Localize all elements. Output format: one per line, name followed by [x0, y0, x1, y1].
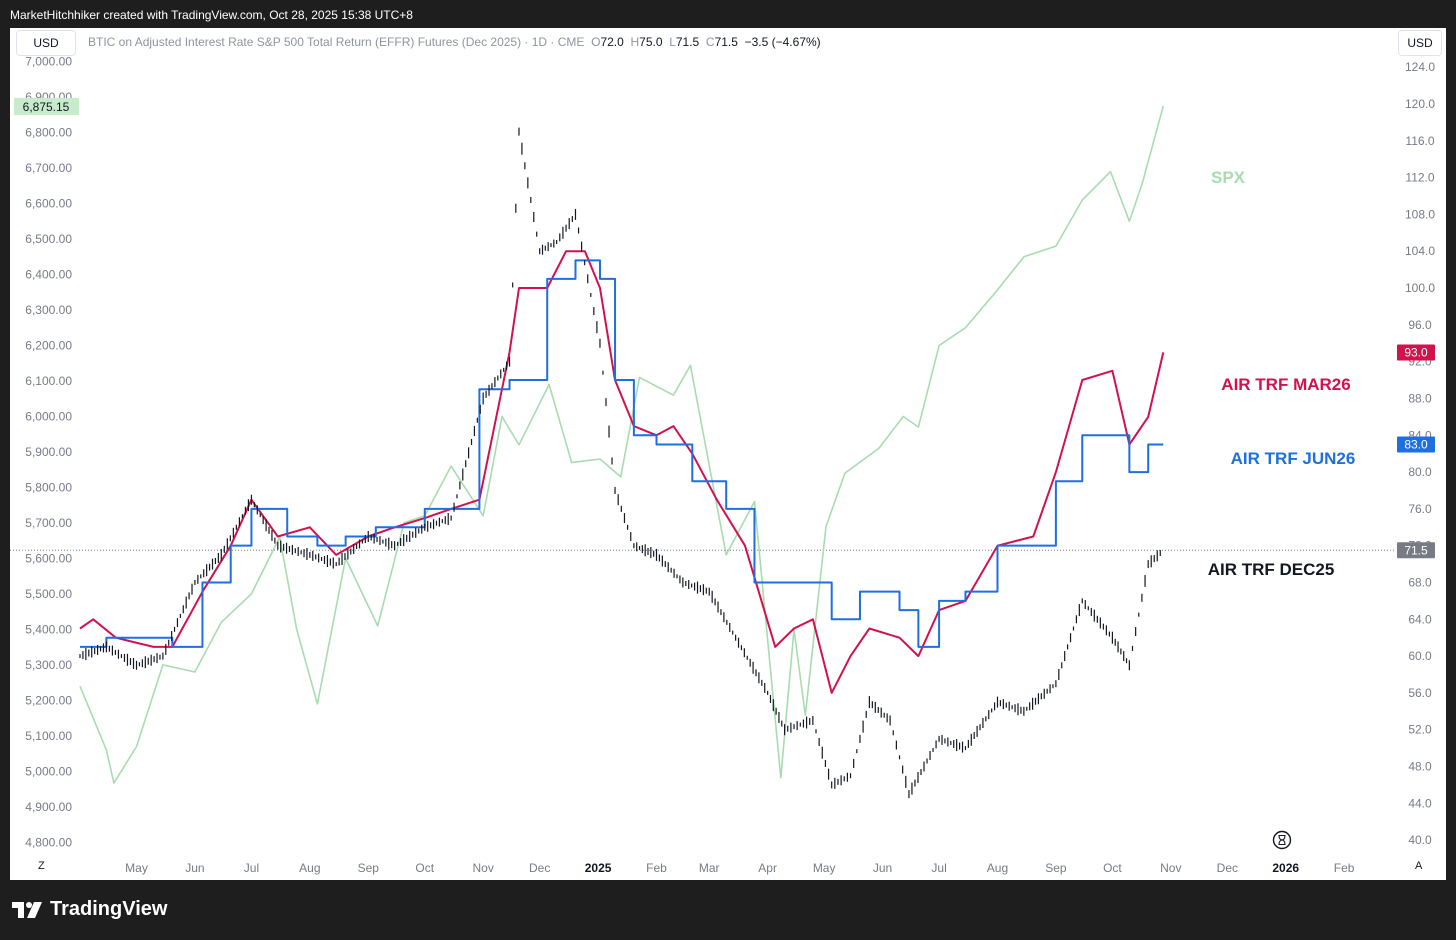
price-tag: 83.0: [1404, 437, 1428, 451]
x-axis-tick: Jul: [931, 861, 946, 875]
low-value: 71.5: [675, 35, 700, 49]
left-axis-tick: 6,700.00: [25, 161, 72, 175]
series-annotation: AIR TRF JUN26: [1231, 449, 1356, 468]
close-value: 71.5: [714, 35, 738, 49]
top-bar: MarketHitchhiker created with TradingVie…: [0, 0, 1456, 30]
right-axis-tick: 80.0: [1408, 465, 1432, 479]
left-axis-tick: 5,700.00: [25, 516, 72, 530]
clock-icon[interactable]: [1272, 830, 1292, 850]
x-axis-tick: Oct: [415, 861, 434, 875]
high-value: 75.0: [639, 35, 663, 49]
x-axis-tick: Nov: [472, 861, 493, 875]
change-value: −3.5 (−4.67%): [744, 35, 821, 49]
air-trf-jun26-line: [80, 259, 1164, 648]
right-axis-tick: 68.0: [1408, 575, 1432, 589]
left-axis-tick: 5,300.00: [25, 658, 72, 672]
right-axis-tick: 44.0: [1408, 796, 1432, 810]
x-axis-tick: May: [813, 861, 836, 875]
x-axis-tick: Apr: [758, 861, 777, 875]
high-label: H: [630, 35, 640, 49]
right-axis-tick: 100.0: [1405, 281, 1435, 295]
right-currency-button[interactable]: USD: [1398, 30, 1442, 56]
footer-bar: TradingView: [0, 880, 1456, 940]
x-axis-tick: Dec: [1217, 861, 1238, 875]
right-axis-tick: 104.0: [1405, 244, 1435, 258]
right-axis-tick: 120.0: [1405, 97, 1435, 111]
left-axis-tick: 6,600.00: [25, 197, 72, 211]
left-axis-tick: 4,900.00: [25, 800, 72, 814]
x-axis-tick: Sep: [358, 861, 380, 875]
right-axis-tick: 76.0: [1408, 502, 1432, 516]
x-axis-tick: Aug: [299, 861, 320, 875]
series-annotation: SPX: [1211, 168, 1246, 187]
left-axis-tick: 6,100.00: [25, 374, 72, 388]
left-axis-tick: 4,800.00: [25, 835, 72, 849]
x-axis-tick: Mar: [699, 861, 720, 875]
left-axis-tick: 5,000.00: [25, 764, 72, 778]
right-axis-tick: 48.0: [1408, 760, 1432, 774]
left-axis-tick: 5,100.00: [25, 729, 72, 743]
tradingview-logo[interactable]: TradingView: [12, 898, 167, 921]
price-tag: 93.0: [1404, 345, 1428, 359]
left-axis-tick: 6,800.00: [25, 126, 72, 140]
zoom-button[interactable]: Z: [38, 860, 45, 872]
spx-line: [79, 105, 1165, 784]
left-axis-tick: 6,500.00: [25, 232, 72, 246]
chart-frame[interactable]: 7,000.00 6,900.00 6,800.00 6,700.00 6,600.00…: [10, 28, 1446, 880]
price-tag: 71.5: [1404, 543, 1428, 557]
left-axis-tick: 6,300.00: [25, 303, 72, 317]
right-axis-tick: 52.0: [1408, 723, 1432, 737]
instrument-name: BTIC on Adjusted Interest Rate S&P 500 T…: [88, 35, 585, 49]
x-axis-tick: Feb: [646, 861, 667, 875]
low-label: L: [669, 35, 676, 49]
right-axis-tick: 112.0: [1405, 171, 1434, 185]
left-axis-tick: 6,400.00: [25, 267, 72, 281]
x-axis-tick: Oct: [1103, 861, 1122, 875]
right-axis-tick: 88.0: [1408, 391, 1432, 405]
left-axis-tick: 6,200.00: [25, 338, 72, 352]
right-axis-tick: 60.0: [1408, 649, 1432, 663]
left-axis-tick: 5,800.00: [25, 480, 72, 494]
spx-price-tag: 6,875.15: [23, 100, 70, 114]
left-axis-tick: 7,000.00: [25, 55, 72, 69]
right-axis-tick: 64.0: [1408, 612, 1432, 626]
right-axis-tick: 96.0: [1408, 318, 1432, 332]
x-axis-tick: Feb: [1334, 861, 1355, 875]
instrument-legend: BTIC on Adjusted Interest Rate S&P 500 T…: [88, 35, 821, 49]
series-annotation: AIR TRF DEC25: [1208, 560, 1335, 579]
x-axis-tick: Jun: [185, 861, 204, 875]
left-axis-tick: 5,400.00: [25, 622, 72, 636]
tradingview-logo-icon: [12, 901, 42, 918]
x-axis-tick: May: [125, 861, 148, 875]
chart-credit: MarketHitchhiker created with TradingVie…: [10, 8, 413, 22]
right-axis-tick: 56.0: [1408, 686, 1432, 700]
x-axis-tick: Nov: [1160, 861, 1181, 875]
left-axis-tick: 5,900.00: [25, 445, 72, 459]
x-axis-tick: Dec: [529, 861, 550, 875]
left-axis-tick: 5,200.00: [25, 693, 72, 707]
series-annotation: AIR TRF MAR26: [1221, 375, 1350, 394]
auto-scale-button[interactable]: A: [1415, 860, 1422, 872]
right-axis-tick: 108.0: [1405, 207, 1435, 221]
x-axis-tick: Aug: [987, 861, 1008, 875]
left-axis-tick: 5,600.00: [25, 551, 72, 565]
x-axis-tick: Sep: [1045, 861, 1067, 875]
close-label: C: [705, 35, 715, 49]
x-axis-tick: Jun: [873, 861, 892, 875]
x-axis-tick: Jul: [244, 861, 259, 875]
right-axis-tick: 40.0: [1408, 833, 1432, 847]
x-axis-tick: 2025: [585, 861, 612, 875]
right-axis-tick: 124.0: [1405, 60, 1435, 74]
right-axis-tick: 116.0: [1405, 134, 1434, 148]
open-value: 72.0: [600, 35, 624, 49]
left-axis-tick: 5,500.00: [25, 587, 72, 601]
left-axis-tick: 6,000.00: [25, 409, 72, 423]
brand-name: TradingView: [50, 898, 168, 920]
chart-svg[interactable]: 7,000.006,900.006,800.006,700.006,600.00…: [10, 28, 1446, 880]
x-axis-tick: 2026: [1272, 861, 1299, 875]
left-currency-button[interactable]: USD: [16, 30, 76, 56]
